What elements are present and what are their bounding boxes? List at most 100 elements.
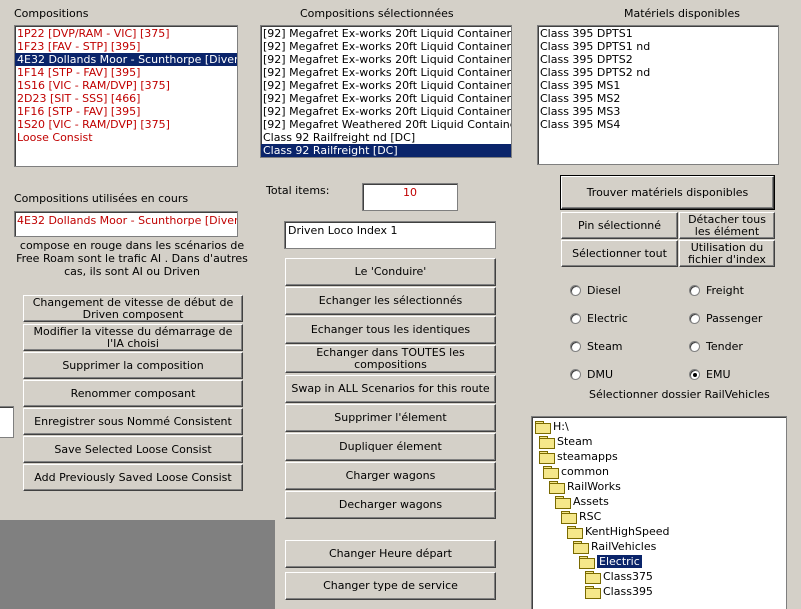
folder-node[interactable]: Class375 (585, 569, 653, 584)
radio-dot[interactable] (689, 369, 700, 380)
folder-node[interactable]: H:\ (535, 419, 569, 434)
folder-label: RailVehicles (591, 540, 657, 553)
composition-item[interactable]: 1F23 [FAV - STP] [395] (15, 40, 237, 53)
detach-all-button[interactable]: Détacher tous les élément (679, 212, 775, 239)
filter-radio[interactable]: Electric (570, 312, 628, 325)
middle-action-button[interactable]: Echanger dans TOUTES les compositions (285, 345, 496, 373)
available-item[interactable]: Class 395 DPTS1 nd (538, 40, 778, 53)
selected-item[interactable]: [92] Megafret Ex-works 20ft Liquid Conta… (261, 40, 511, 53)
filter-radio[interactable]: Passenger (689, 312, 762, 325)
composition-item[interactable]: 1S20 [VIC - RAM/DVP] [375] (15, 118, 237, 131)
left-action-button[interactable]: Add Previously Saved Loose Consist (23, 464, 243, 491)
left-action-button[interactable]: Modifier la vitesse du démarrage de l'IA… (23, 324, 243, 351)
composition-item[interactable]: 2D23 [SIT - SSS] [466] (15, 92, 237, 105)
left-action-button[interactable]: Renommer composant (23, 380, 243, 407)
in-use-title: Compositions utilisées en cours (14, 192, 189, 205)
pin-selected-button[interactable]: Pin sélectionné (561, 212, 678, 239)
middle-action-button[interactable]: Le 'Conduire' (285, 258, 496, 286)
folder-node[interactable]: Electric (579, 554, 642, 569)
filter-radio[interactable]: DMU (570, 368, 613, 381)
selected-item[interactable]: [92] Megafret Ex-works 20ft Liquid Conta… (261, 27, 511, 40)
find-available-button[interactable]: Trouver matériels disponibles (560, 175, 775, 210)
composition-item[interactable]: Loose Consist (15, 131, 237, 144)
radio-label: Freight (706, 284, 744, 297)
folder-node[interactable]: RSC (561, 509, 601, 524)
radio-dot[interactable] (689, 285, 700, 296)
in-use-list[interactable]: 4E32 Dollands Moor - Scunthorpe [Diverte… (14, 211, 238, 237)
selected-item[interactable]: [92] Megafret Ex-works 20ft Liquid Conta… (261, 105, 511, 118)
radio-dot[interactable] (689, 341, 700, 352)
middle-action-button[interactable]: Swap in ALL Scenarios for this route (285, 375, 496, 403)
radio-dot[interactable] (570, 285, 581, 296)
filter-radio[interactable]: Steam (570, 340, 623, 353)
available-title: Matériels disponibles (624, 7, 740, 20)
composition-item[interactable]: 1F16 [STP - FAV] [395] (15, 105, 237, 118)
composition-item[interactable]: 1P22 [DVP/RAM - VIC] [375] (15, 27, 237, 40)
filter-radio[interactable]: Diesel (570, 284, 621, 297)
available-item[interactable]: Class 395 DPTS2 nd (538, 66, 778, 79)
folder-node[interactable]: steamapps (539, 449, 618, 464)
available-item[interactable]: Class 395 MS2 (538, 92, 778, 105)
folder-label: Electric (597, 555, 642, 568)
middle-action-button[interactable]: Echanger les sélectionnés (285, 287, 496, 315)
folder-icon (549, 481, 565, 494)
available-item[interactable]: Class 395 MS3 (538, 105, 778, 118)
composition-item[interactable]: 1F14 [STP - FAV] [395] (15, 66, 237, 79)
middle-action-button[interactable]: Changer Heure départ (285, 540, 496, 568)
driven-loco-field[interactable]: Driven Loco Index 1 (284, 221, 496, 249)
folder-node[interactable]: RailWorks (549, 479, 621, 494)
selected-item[interactable]: Class 92 Railfreight nd [DC] (261, 131, 511, 144)
compositions-list[interactable]: 1P22 [DVP/RAM - VIC] [375] 1F23 [FAV - ST… (14, 25, 238, 167)
middle-action-button[interactable]: Supprimer l'élement (285, 404, 496, 432)
middle-action-button[interactable]: Dupliquer élement (285, 433, 496, 461)
radio-dot[interactable] (689, 313, 700, 324)
filter-radio[interactable]: EMU (689, 368, 731, 381)
folder-title: Sélectionner dossier RailVehicles (589, 388, 770, 401)
folder-label: RSC (579, 510, 602, 523)
filter-radio[interactable]: Tender (689, 340, 743, 353)
folder-node[interactable]: Class395 (585, 584, 653, 599)
left-action-button[interactable]: Changement de vitesse de début de Driven… (23, 295, 243, 322)
left-edge-field[interactable] (0, 406, 14, 438)
middle-action-button[interactable]: Charger wagons (285, 462, 496, 490)
radio-label: Diesel (587, 284, 621, 297)
radio-dot[interactable] (570, 341, 581, 352)
total-items-field[interactable]: 10 (362, 183, 458, 211)
selected-item[interactable]: [92] Megafret Ex-works 20ft Liquid Conta… (261, 66, 511, 79)
selected-item[interactable]: Class 92 Railfreight [DC] (261, 144, 511, 157)
composition-item[interactable]: 1S16 [VIC - RAM/DVP] [375] (15, 79, 237, 92)
folder-tree[interactable]: H:\ Steam steamapps common RailWorks Assets RS… (531, 416, 787, 609)
select-all-button[interactable]: Sélectionner tout (561, 240, 678, 267)
left-action-button[interactable]: Supprimer la composition (23, 352, 243, 379)
available-item[interactable]: Class 395 DPTS2 (538, 53, 778, 66)
folder-node[interactable]: common (543, 464, 609, 479)
middle-action-button[interactable]: Decharger wagons (285, 491, 496, 519)
radio-dot[interactable] (570, 313, 581, 324)
radio-dot[interactable] (570, 369, 581, 380)
available-list[interactable]: Class 395 DPTS1 Class 395 DPTS1 nd Class 3… (537, 25, 779, 165)
folder-node[interactable]: RailVehicles (573, 539, 656, 554)
folder-label: Class375 (603, 570, 653, 583)
filter-radio[interactable]: Freight (689, 284, 744, 297)
left-action-button[interactable]: Enregistrer sous Nommé Consistent (23, 408, 243, 435)
compositions-title: Compositions (14, 7, 89, 20)
in-use-item[interactable]: 4E32 Dollands Moor - Scunthorpe [Diverte… (15, 214, 237, 227)
folder-node[interactable]: Assets (555, 494, 609, 509)
selected-item[interactable]: [92] Megafret Ex-works 20ft Liquid Conta… (261, 79, 511, 92)
selected-item[interactable]: [92] Megafret Weathered 20ft Liquid Cont… (261, 118, 511, 131)
selected-item[interactable]: [92] Megafret Ex-works 20ft Liquid Conta… (261, 92, 511, 105)
available-item[interactable]: Class 395 DPTS1 (538, 27, 778, 40)
composition-item[interactable]: 4E32 Dollands Moor - Scunthorpe [Diverte… (15, 53, 237, 66)
folder-node[interactable]: KentHighSpeed (567, 524, 669, 539)
available-item[interactable]: Class 395 MS4 (538, 118, 778, 131)
available-item[interactable]: Class 395 MS1 (538, 79, 778, 92)
use-index-file-button[interactable]: Utilisation du fichier d'index (679, 240, 775, 267)
left-action-button[interactable]: Save Selected Loose Consist (23, 436, 243, 463)
selected-list[interactable]: [92] Megafret Ex-works 20ft Liquid Conta… (260, 25, 512, 158)
in-use-note: compose en rouge dans les scénarios de F… (16, 239, 248, 278)
selected-item[interactable]: [92] Megafret Ex-works 20ft Liquid Conta… (261, 53, 511, 66)
middle-action-button[interactable]: Echanger tous les identiques (285, 316, 496, 344)
middle-action-button[interactable]: Changer type de service (285, 572, 496, 600)
folder-icon (585, 571, 601, 584)
folder-node[interactable]: Steam (539, 434, 593, 449)
